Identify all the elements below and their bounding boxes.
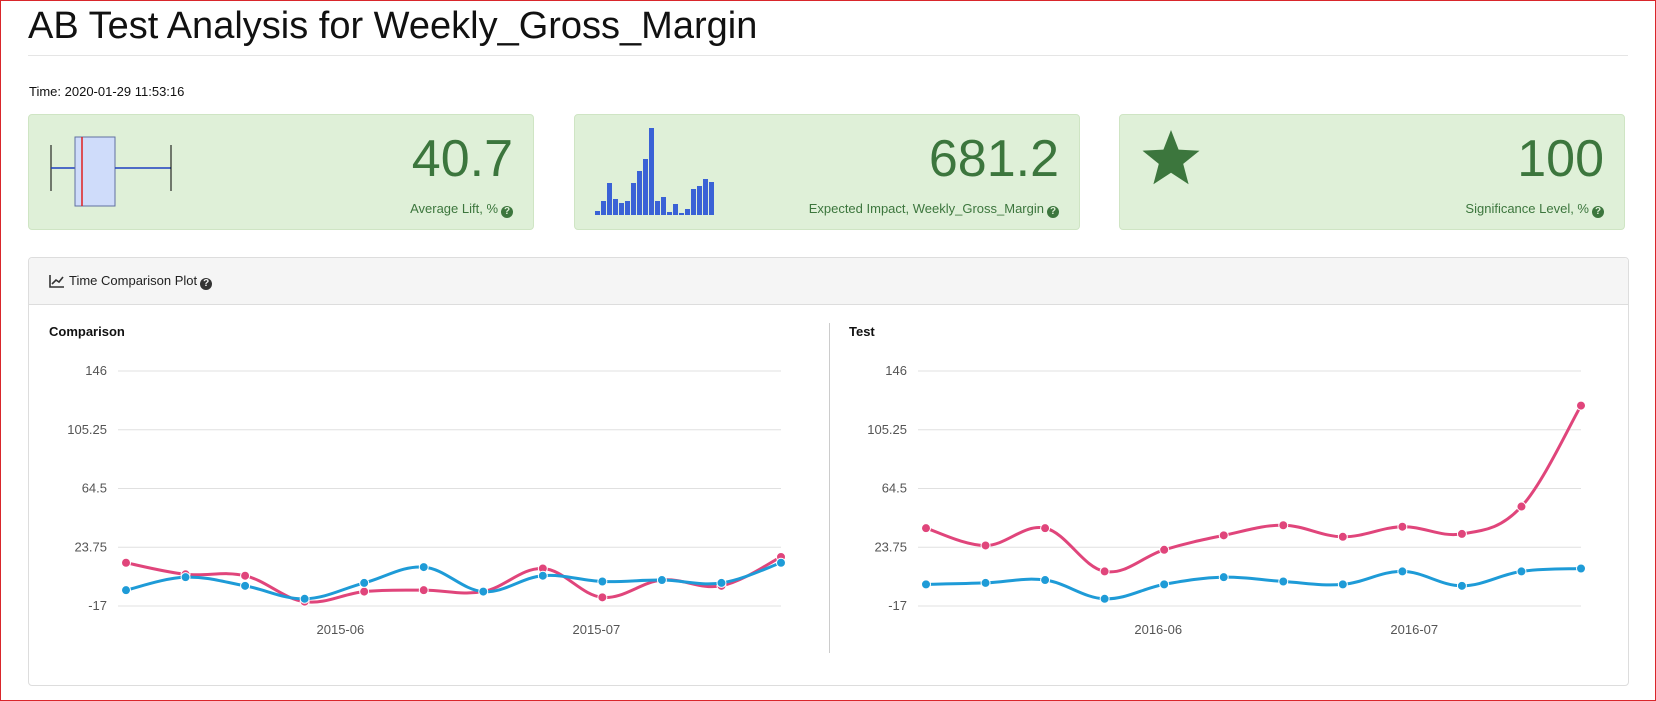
significance-level-value: 100 [1517, 130, 1604, 188]
data-point [299, 593, 310, 604]
average-lift-label: Average Lift, %? [410, 201, 513, 218]
data-point [121, 585, 131, 596]
y-tick-label: 64.5 [882, 481, 907, 496]
data-point [537, 570, 548, 581]
data-point [1040, 575, 1051, 586]
panel-title: Time Comparison Plot? [49, 273, 213, 290]
kpi-expected-impact: 681.2 Expected Impact, Weekly_Gross_Marg… [574, 114, 1080, 230]
y-tick-label: -17 [88, 598, 107, 613]
data-point [980, 540, 991, 551]
y-tick-label: 23.75 [74, 539, 107, 554]
comparison-chart: 146 105.25 64.5 23.75 -17 2015-06 2015-07 [67, 363, 786, 637]
y-tick-label: 105.25 [67, 422, 107, 437]
star-icon [1142, 130, 1200, 185]
data-point [1278, 520, 1289, 531]
y-tick-label: 146 [885, 363, 907, 378]
data-point [180, 572, 191, 583]
x-tick-label: 2015-07 [573, 622, 621, 637]
average-lift-value: 40.7 [411, 130, 513, 188]
line-chart-icon [49, 275, 64, 288]
data-point [776, 557, 786, 568]
help-icon[interactable]: ? [200, 278, 213, 290]
data-point [359, 586, 370, 597]
data-point [1099, 593, 1110, 604]
data-point [121, 557, 131, 568]
data-point [980, 577, 991, 588]
data-point [1456, 528, 1467, 539]
boxplot-icon [50, 136, 172, 207]
y-tick-label: -17 [888, 598, 907, 613]
data-point [597, 592, 608, 603]
kpi-significance-level: 100 Significance Level, %? [1119, 114, 1625, 230]
significance-level-label: Significance Level, %? [1465, 201, 1604, 218]
y-tick-label: 105.25 [867, 422, 907, 437]
data-point [1456, 580, 1467, 591]
data-point [418, 562, 429, 573]
data-point [1516, 501, 1527, 512]
data-point [1337, 579, 1348, 590]
data-point [921, 579, 931, 590]
panel-header: Time Comparison Plot? [29, 258, 1628, 305]
data-point [921, 523, 931, 534]
data-point [1576, 400, 1586, 411]
data-point [1516, 566, 1527, 577]
help-icon[interactable]: ? [1047, 206, 1059, 218]
data-point [716, 577, 727, 588]
data-point [1576, 563, 1586, 574]
help-icon[interactable]: ? [501, 206, 513, 218]
title-divider [28, 55, 1628, 56]
x-tick-label: 2016-06 [1134, 622, 1182, 637]
x-tick-label: 2015-06 [317, 622, 365, 637]
data-point [1397, 566, 1408, 577]
data-point [656, 575, 667, 586]
data-point [1218, 530, 1229, 541]
histogram-icon [595, 128, 714, 215]
data-point [359, 577, 370, 588]
help-icon[interactable]: ? [1592, 206, 1604, 218]
data-point [1040, 523, 1051, 534]
data-point [478, 586, 489, 597]
chart-divider [829, 323, 830, 653]
data-point [1218, 572, 1229, 583]
y-tick-label: 146 [85, 363, 107, 378]
expected-impact-value: 681.2 [928, 130, 1059, 188]
expected-impact-label: Expected Impact, Weekly_Gross_Margin? [809, 201, 1059, 218]
series-line [925, 567, 1582, 601]
data-point [1397, 521, 1408, 532]
data-point [418, 585, 429, 596]
timestamp: Time: 2020-01-29 11:53:16 [29, 84, 185, 99]
kpi-average-lift: 40.7 Average Lift, %? [28, 114, 534, 230]
data-point [1159, 579, 1170, 590]
y-tick-label: 23.75 [874, 539, 907, 554]
data-point [1159, 544, 1170, 555]
page-title: AB Test Analysis for Weekly_Gross_Margin [28, 5, 758, 47]
test-chart: 146 105.25 64.5 23.75 -17 2016-06 2016-07 [867, 363, 1586, 637]
x-tick-label: 2016-07 [1390, 622, 1438, 637]
data-point [240, 570, 251, 581]
data-point [1337, 531, 1348, 542]
data-point [240, 580, 251, 591]
data-point [597, 576, 608, 587]
y-tick-label: 64.5 [82, 481, 107, 496]
data-point [1278, 576, 1289, 587]
data-point [1099, 566, 1110, 577]
